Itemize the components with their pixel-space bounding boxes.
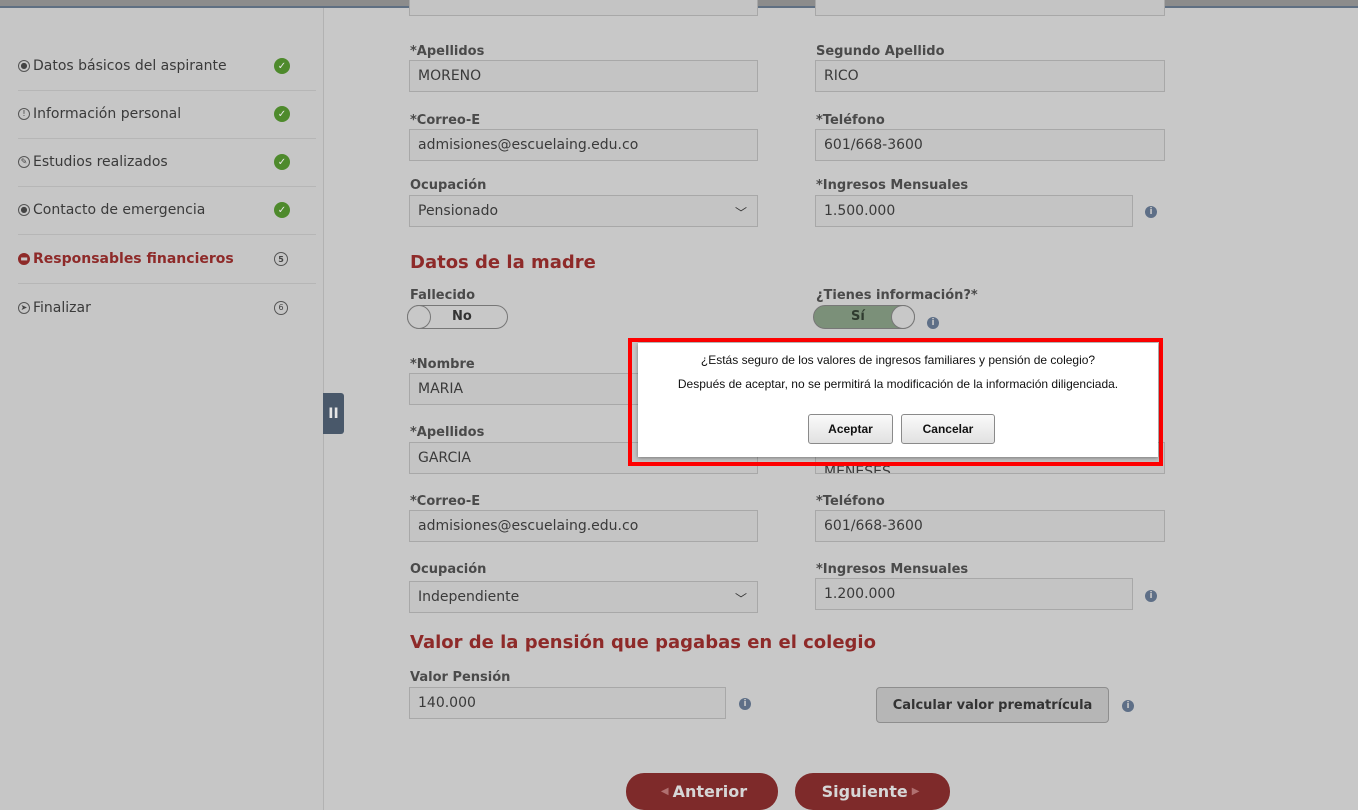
confirm-dialog: ¿Estás seguro de los valores de ingresos… bbox=[638, 343, 1158, 457]
sidebar-item-datos-basicos[interactable]: ● Datos básicos del aspirante ✓ bbox=[18, 42, 316, 91]
exclamation-circle-icon: ! bbox=[18, 108, 30, 120]
fallecido-toggle[interactable]: No bbox=[407, 305, 508, 329]
sidebar-item-estudios-realizados[interactable]: ✎ Estudios realizados ✓ bbox=[18, 138, 316, 187]
sidebar: ● Datos básicos del aspirante ✓ ! Inform… bbox=[0, 8, 324, 810]
telefono-madre-input[interactable]: 601/668-3600 bbox=[815, 510, 1165, 542]
correo-padre-input[interactable]: admisiones@escuelaing.edu.co bbox=[409, 129, 758, 161]
chevron-right-icon: ▶ bbox=[911, 786, 920, 797]
valor-pension-label: Valor Pensión bbox=[410, 670, 511, 685]
apellidos-label: *Apellidos bbox=[410, 44, 485, 59]
anterior-label: Anterior bbox=[672, 782, 748, 801]
sidebar-item-responsables-financieros[interactable]: ▬ Responsables financieros 5 bbox=[18, 235, 316, 284]
toggle-knob bbox=[891, 305, 915, 329]
nombre-label: *Nombre bbox=[410, 357, 475, 372]
check-icon: ✓ bbox=[274, 106, 290, 122]
calcular-prematricula-button[interactable]: Calcular valor prematrícula bbox=[876, 687, 1109, 723]
ocupacion-madre-select[interactable]: Independiente ﹀ bbox=[409, 581, 758, 613]
tiene-informacion-toggle[interactable]: Sí bbox=[813, 305, 915, 329]
chevron-down-icon: ﹀ bbox=[734, 206, 747, 220]
ingresos-label: *Ingresos Mensuales bbox=[816, 178, 969, 193]
chevron-left-icon: ◀ bbox=[660, 786, 669, 797]
valor-pension-input[interactable]: 140.000 bbox=[409, 687, 726, 719]
anterior-button[interactable]: ◀ Anterior bbox=[626, 773, 778, 810]
pencil-circle-icon: ✎ bbox=[18, 156, 30, 168]
info-icon[interactable]: i bbox=[1145, 590, 1157, 602]
nombre-padre-field[interactable] bbox=[409, 0, 758, 16]
ocupacion-label: Ocupación bbox=[410, 562, 487, 577]
dialog-message-line-1: ¿Estás seguro de los valores de ingresos… bbox=[700, 353, 1096, 367]
segundo-nombre-padre-field[interactable] bbox=[815, 0, 1165, 16]
siguiente-button[interactable]: Siguiente ▶ bbox=[795, 773, 950, 810]
user-circle-icon: ● bbox=[18, 60, 30, 72]
section-title-pension: Valor de la pensión que pagabas en el co… bbox=[410, 632, 876, 653]
dialog-message-line-2: Después de aceptar, no se permitirá la m… bbox=[677, 377, 1119, 391]
toggle-value: Sí bbox=[851, 309, 865, 324]
info-icon[interactable]: i bbox=[1145, 206, 1157, 218]
segundo-apellido-padre-input[interactable]: RICO bbox=[815, 60, 1165, 92]
wallet-icon: ▬ bbox=[18, 253, 30, 265]
cancelar-button[interactable]: Cancelar bbox=[901, 414, 995, 444]
check-icon: ✓ bbox=[274, 202, 290, 218]
aceptar-button[interactable]: Aceptar bbox=[808, 414, 893, 444]
chevron-down-icon: ﹀ bbox=[734, 592, 747, 606]
check-icon: ✓ bbox=[274, 58, 290, 74]
tiene-informacion-label: ¿Tienes información?* bbox=[816, 288, 978, 303]
correo-madre-input[interactable]: admisiones@escuelaing.edu.co bbox=[409, 510, 758, 542]
ocupacion-padre-value: Pensionado bbox=[418, 203, 499, 219]
segundo-apellido-label: Segundo Apellido bbox=[816, 44, 945, 59]
telefono-label: *Teléfono bbox=[816, 113, 885, 128]
apellidos-padre-input[interactable]: MORENO bbox=[409, 60, 758, 92]
ingresos-label: *Ingresos Mensuales bbox=[816, 562, 969, 577]
contact-circle-icon: ● bbox=[18, 204, 30, 216]
section-title-madre: Datos de la madre bbox=[410, 252, 596, 273]
ocupacion-padre-select[interactable]: Pensionado ﹀ bbox=[409, 195, 758, 227]
sidebar-item-finalizar[interactable]: ➤ Finalizar 6 bbox=[18, 283, 316, 332]
sidebar-item-contacto-emergencia[interactable]: ● Contacto de emergencia ✓ bbox=[18, 186, 316, 235]
step-number-badge: 6 bbox=[274, 300, 288, 315]
paper-plane-icon: ➤ bbox=[18, 301, 30, 314]
step-number-badge: 5 bbox=[274, 252, 288, 266]
sidebar-collapse-toggle[interactable]: II bbox=[323, 393, 344, 434]
fallecido-label: Fallecido bbox=[410, 288, 476, 303]
toggle-knob bbox=[407, 305, 431, 329]
telefono-padre-input[interactable]: 601/668-3600 bbox=[815, 129, 1165, 161]
toggle-value: No bbox=[452, 309, 472, 324]
info-icon[interactable]: i bbox=[739, 698, 751, 710]
correo-label: *Correo-E bbox=[410, 113, 481, 128]
ingresos-padre-input[interactable]: 1.500.000 bbox=[815, 195, 1133, 227]
telefono-label: *Teléfono bbox=[816, 494, 885, 509]
info-icon[interactable]: i bbox=[927, 317, 939, 329]
sidebar-item-informacion-personal[interactable]: ! Información personal ✓ bbox=[18, 90, 316, 139]
apellidos-label: *Apellidos bbox=[410, 425, 485, 440]
check-icon: ✓ bbox=[274, 154, 290, 170]
ingresos-madre-input[interactable]: 1.200.000 bbox=[815, 578, 1133, 610]
ocupacion-madre-value: Independiente bbox=[418, 589, 520, 605]
correo-label: *Correo-E bbox=[410, 494, 481, 509]
siguiente-label: Siguiente bbox=[821, 782, 908, 801]
info-icon[interactable]: i bbox=[1122, 700, 1134, 712]
ocupacion-label: Ocupación bbox=[410, 178, 487, 193]
